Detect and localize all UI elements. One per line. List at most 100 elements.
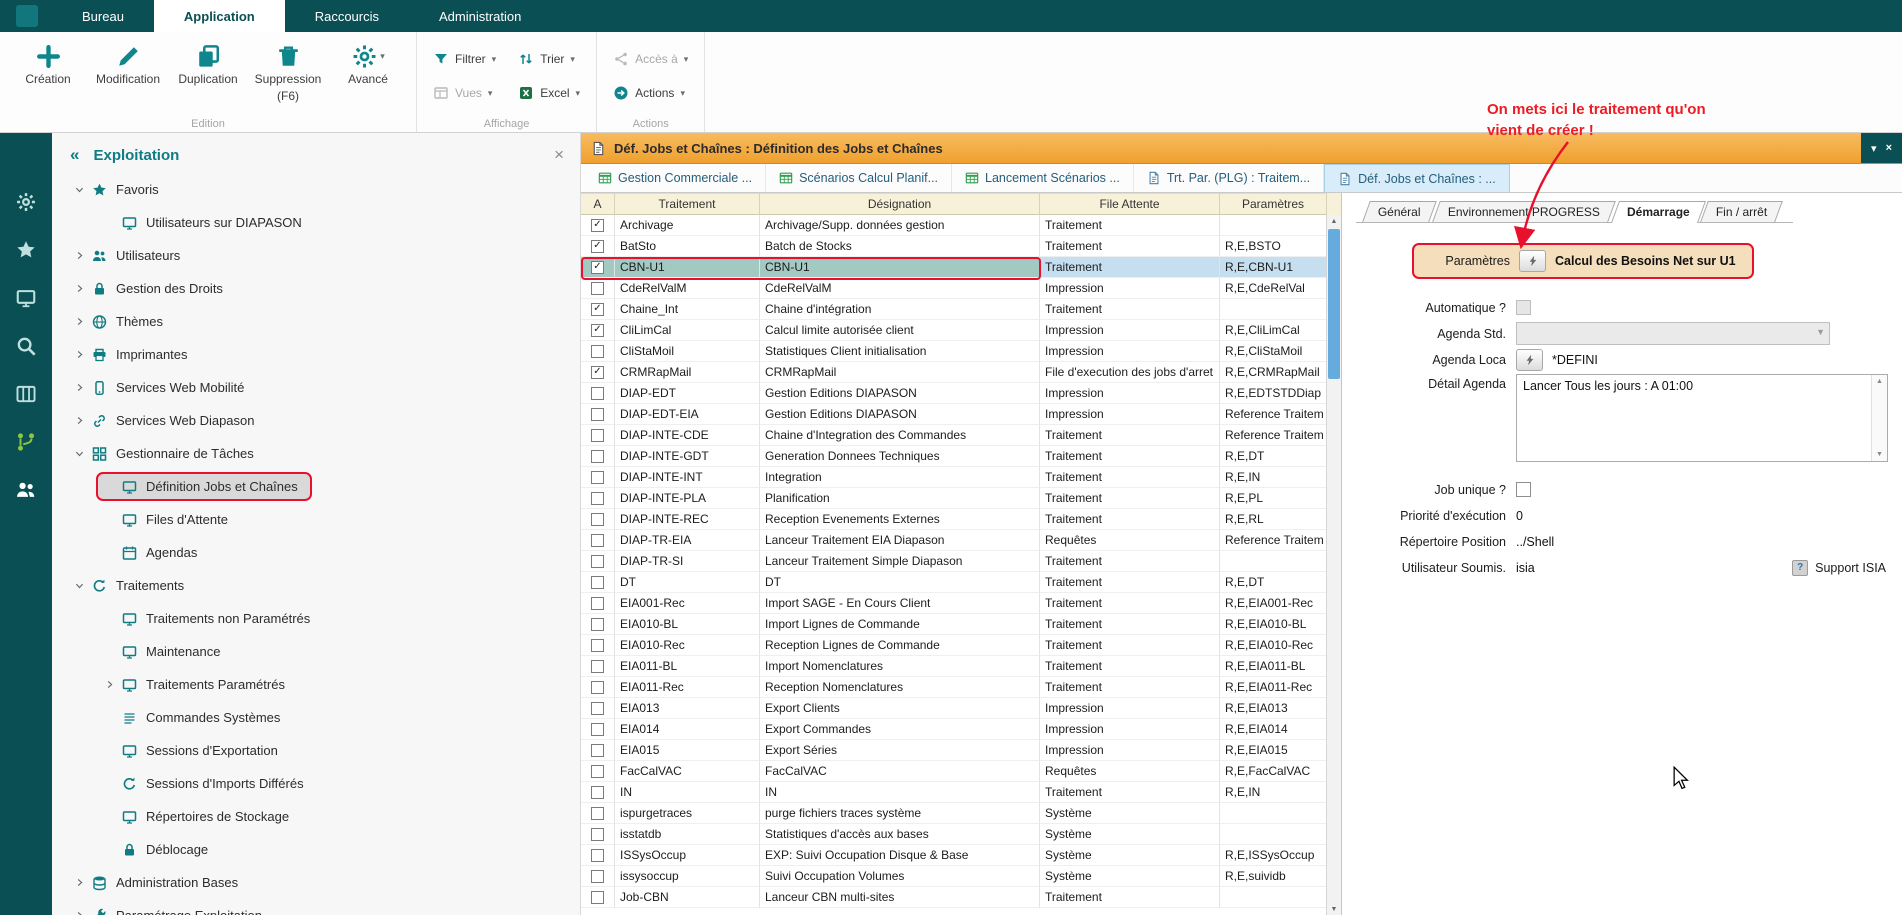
table-row-eia013[interactable]: EIA013Export ClientsImpressionR,E,EIA013 (581, 698, 1341, 719)
row-checkbox[interactable] (591, 660, 604, 673)
table-row-diap-inte-gdt[interactable]: DIAP-INTE-GDTGeneration Donnees Techniqu… (581, 446, 1341, 467)
actions-button[interactable]: Actions ▾ (607, 83, 694, 103)
table-row-eia010-rec[interactable]: EIA010-RecReception Lignes de CommandeTr… (581, 635, 1341, 656)
table-row-issysoccup[interactable]: ISSysOccupEXP: Suivi Occupation Disque &… (581, 845, 1341, 866)
sidebar-item-traitements-parametres[interactable]: Traitements Paramétrés (96, 670, 299, 699)
panel-tab-demarrage[interactable]: Démarrage (1611, 201, 1706, 223)
sidebar-item-utilisateurs[interactable]: Utilisateurs (66, 241, 194, 270)
branch-icon[interactable] (15, 431, 37, 453)
table-row-cderelvalm[interactable]: CdeRelValMCdeRelValMImpressionR,E,CdeRel… (581, 278, 1341, 299)
trier-button[interactable]: Trier ▾ (512, 49, 586, 69)
panel-tab-fin-arret[interactable]: Fin / arrêt (1701, 201, 1784, 222)
app-logo-icon[interactable] (16, 5, 38, 27)
column-header-traitement[interactable]: Traitement (615, 193, 760, 215)
table-row-diap-edt[interactable]: DIAP-EDTGestion Editions DIAPASONImpress… (581, 383, 1341, 404)
sidebar-item-definition-jobs-et-chaines[interactable]: Définition Jobs et Chaînes (96, 472, 312, 501)
chevron-right-icon[interactable] (72, 283, 87, 295)
suppression-button[interactable]: Suppression (F6) (250, 39, 326, 104)
column-header-designation[interactable]: Désignation (760, 193, 1040, 215)
chevron-right-icon[interactable] (102, 679, 117, 691)
row-checkbox[interactable] (591, 849, 604, 862)
chevron-right-icon[interactable] (72, 382, 87, 394)
menu-tab-administration[interactable]: Administration (409, 0, 551, 32)
chevron-down-icon[interactable] (72, 448, 87, 460)
sidebar-item-commandes-systemes[interactable]: Commandes Systèmes (96, 703, 294, 732)
lightning-button[interactable] (1519, 250, 1546, 272)
scroll-down-icon[interactable]: ▼ (1327, 906, 1341, 913)
agenda-std-select[interactable]: ▼ (1516, 322, 1830, 345)
row-checkbox[interactable] (591, 702, 604, 715)
row-checkbox[interactable] (591, 555, 604, 568)
chevron-right-icon[interactable] (72, 877, 87, 889)
sidebar-item-themes[interactable]: Thèmes (66, 307, 177, 336)
table-row-archivage[interactable]: ✓ArchivageArchivage/Supp. données gestio… (581, 215, 1341, 236)
row-checkbox[interactable] (591, 744, 604, 757)
table-row-diap-inte-int[interactable]: DIAP-INTE-INTIntegrationTraitementR,E,IN (581, 467, 1341, 488)
row-checkbox[interactable] (591, 807, 604, 820)
scroll-down-icon[interactable]: ▼ (1872, 451, 1887, 458)
row-checkbox[interactable] (591, 576, 604, 589)
table-row-isstatdb[interactable]: isstatdbStatistiques d'accès aux basesSy… (581, 824, 1341, 845)
support-isia-option[interactable]: ? Support ISIA (1792, 560, 1886, 576)
sidebar-item-utilisateurs-sur-diapason[interactable]: Utilisateurs sur DIAPASON (96, 208, 316, 237)
row-checkbox[interactable] (591, 513, 604, 526)
table-row-faccalvac[interactable]: FacCalVACFacCalVACRequêtesR,E,FacCalVAC (581, 761, 1341, 782)
row-checkbox[interactable]: ✓ (591, 261, 604, 274)
menu-tab-application[interactable]: Application (154, 0, 285, 32)
modification-button[interactable]: Modification (90, 39, 166, 104)
parametres-field[interactable]: Paramètres Calcul des Besoins Net sur U1 (1412, 243, 1754, 279)
row-checkbox[interactable] (591, 387, 604, 400)
row-checkbox[interactable] (591, 429, 604, 442)
table-row-diap-edt-eia[interactable]: DIAP-EDT-EIAGestion Editions DIAPASONImp… (581, 404, 1341, 425)
textarea-scrollbar[interactable]: ▲ ▼ (1871, 375, 1887, 461)
table-row-dt[interactable]: DTDTTraitementR,E,DT (581, 572, 1341, 593)
sidebar-item-services-web-mobilite[interactable]: Services Web Mobilité (66, 373, 258, 402)
table-row-in[interactable]: ININTraitementR,E,IN (581, 782, 1341, 803)
column-header-a[interactable]: A (581, 193, 615, 215)
row-checkbox[interactable] (591, 471, 604, 484)
row-checkbox[interactable] (591, 534, 604, 547)
row-checkbox[interactable] (591, 870, 604, 883)
scrollbar-thumb[interactable] (1328, 229, 1340, 379)
sidebar-item-gestion-des-droits[interactable]: Gestion des Droits (66, 274, 237, 303)
sidebar-item-favoris[interactable]: Favoris (66, 175, 173, 204)
sidebar-item-maintenance[interactable]: Maintenance (96, 637, 234, 666)
document-tab-trt-par-plg-traitem[interactable]: Trt. Par. (PLG) : Traitem... (1134, 164, 1324, 192)
chevron-right-icon[interactable] (72, 415, 87, 427)
row-checkbox[interactable] (591, 765, 604, 778)
row-checkbox[interactable]: ✓ (591, 324, 604, 337)
data-tables-icon[interactable] (15, 383, 37, 405)
table-row-clistamoil[interactable]: CliStaMoilStatistiques Client initialisa… (581, 341, 1341, 362)
row-checkbox[interactable] (591, 450, 604, 463)
column-header-file-attente[interactable]: File Attente (1040, 193, 1220, 215)
row-checkbox[interactable] (591, 723, 604, 736)
acces-a-button[interactable]: Accès à ▾ (607, 49, 694, 69)
sidebar-item-traitements-non-parametres[interactable]: Traitements non Paramétrés (96, 604, 324, 633)
sidebar-item-services-web-diapason[interactable]: Services Web Diapason (66, 406, 269, 435)
table-row-batsto[interactable]: ✓BatStoBatch de StocksTraitementR,E,BSTO (581, 236, 1341, 257)
sidebar-item-administration-bases[interactable]: Administration Bases (66, 868, 252, 897)
table-row-eia014[interactable]: EIA014Export CommandesImpressionR,E,EIA0… (581, 719, 1341, 740)
table-row-eia011-rec[interactable]: EIA011-RecReception NomenclaturesTraitem… (581, 677, 1341, 698)
table-row-eia011-bl[interactable]: EIA011-BLImport NomenclaturesTraitementR… (581, 656, 1341, 677)
sidebar-item-traitements[interactable]: Traitements (66, 571, 198, 600)
creation-button[interactable]: Création (10, 39, 86, 104)
scroll-up-icon[interactable]: ▲ (1872, 378, 1887, 385)
close-window-icon[interactable]: × (1886, 142, 1892, 154)
sidebar-item-files-d-attente[interactable]: Files d'Attente (96, 505, 242, 534)
desktop-icon[interactable] (15, 287, 37, 309)
table-row-ispurgetraces[interactable]: ispurgetracespurge fichiers traces systè… (581, 803, 1341, 824)
row-checkbox[interactable] (591, 828, 604, 841)
menu-tab-bureau[interactable]: Bureau (52, 0, 154, 32)
close-sidebar-icon[interactable]: × (554, 145, 564, 165)
document-tab-lancement-scenarios[interactable]: Lancement Scénarios ... (952, 164, 1134, 192)
sidebar-item-parametrage-exploitation[interactable]: Paramétrage Exploitation (66, 901, 276, 915)
row-checkbox[interactable]: ✓ (591, 219, 604, 232)
sidebar-item-imprimantes[interactable]: Imprimantes (66, 340, 202, 369)
sidebar-item-sessions-d-exportation[interactable]: Sessions d'Exportation (96, 736, 292, 765)
duplication-button[interactable]: Duplication (170, 39, 246, 104)
sidebar-item-agendas[interactable]: Agendas (96, 538, 211, 567)
menu-tab-raccourcis[interactable]: Raccourcis (285, 0, 409, 32)
row-checkbox[interactable] (591, 408, 604, 421)
sidebar-item-repertoires-de-stockage[interactable]: Répertoires de Stockage (96, 802, 303, 831)
